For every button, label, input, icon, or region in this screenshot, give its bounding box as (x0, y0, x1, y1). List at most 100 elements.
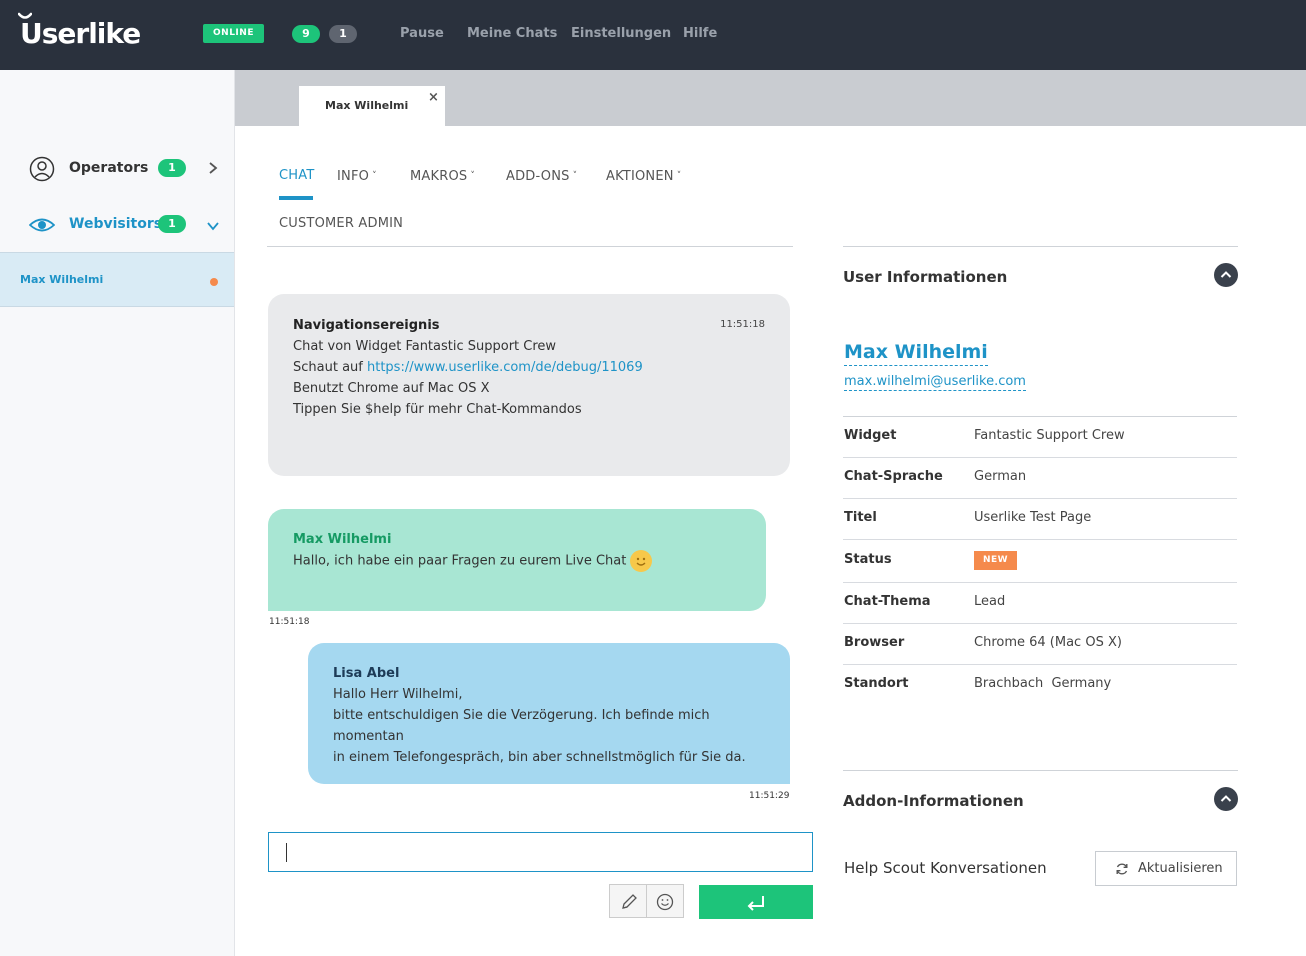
info-key: Titel (844, 510, 877, 525)
system-message-line: Benutzt Chrome auf Mac OS X (293, 381, 490, 396)
info-value: Fantastic Support Crew (974, 428, 1125, 443)
divider (267, 246, 793, 247)
user-name-link[interactable]: Max Wilhelmi (844, 339, 988, 366)
system-message-line: Chat von Widget Fantastic Support Crew (293, 339, 557, 354)
visited-page-link[interactable]: https://www.userlike.com/de/debug/11069 (367, 360, 643, 375)
message-author: Max Wilhelmi (293, 532, 392, 547)
addon-info-heading: Addon-Informationen (843, 792, 1024, 810)
info-row-widget: Widget Fantastic Support Crew (843, 417, 1237, 458)
tab-customer-admin[interactable]: CUSTOMER ADMIN (279, 215, 403, 233)
visitor-list-item[interactable]: Max Wilhelmi (0, 252, 234, 307)
sidebar-item-webvisitors[interactable]: Webvisitors 1 (0, 204, 234, 244)
chevron-down-icon: ˅ (470, 171, 476, 181)
message-line: Hallo Herr Wilhelmi, (333, 687, 463, 702)
nav-einstellungen[interactable]: Einstellungen (571, 24, 671, 44)
system-message-text: Schaut auf (293, 360, 367, 375)
status-badge[interactable]: NEW (974, 551, 1018, 570)
active-tab-indicator (279, 196, 313, 200)
tab-label: INFO (337, 169, 370, 184)
divider (843, 246, 1238, 247)
nav-hilfe[interactable]: Hilfe (683, 24, 717, 44)
nav-pause[interactable]: Pause (400, 24, 444, 44)
info-key: Browser (844, 635, 905, 650)
system-message-line: Schaut auf https://www.userlike.com/de/d… (293, 357, 765, 378)
system-message-title: Navigationsereignis (293, 318, 440, 333)
tab-label: AKTIONEN (606, 169, 674, 184)
pencil-button[interactable] (609, 884, 647, 918)
refresh-button[interactable]: Aktualisieren (1095, 851, 1237, 886)
sidebar-item-operators[interactable]: Operators 1 (0, 148, 234, 188)
chevron-up-icon (1220, 271, 1232, 278)
tab-add-ons[interactable]: ADD-ONS ˅ (506, 167, 577, 186)
info-row-chat-sprache: Chat-Sprache German (843, 458, 1237, 499)
info-row-chat-thema: Chat-Thema Lead (843, 583, 1237, 624)
eye-icon (29, 218, 55, 232)
emoji-button[interactable] (646, 884, 684, 918)
enter-icon (747, 896, 764, 911)
visitor-name: Max Wilhelmi (20, 273, 104, 286)
system-message: Navigationsereignis 11:51:18 Chat von Wi… (268, 294, 790, 476)
message-text-row: Hallo, ich habe ein paar Fragen zu eurem… (293, 550, 741, 572)
active-chats-count[interactable]: 9 (292, 25, 320, 43)
sidebar-item-label: Webvisitors (69, 216, 163, 232)
system-message-line: Tippen Sie $help für mehr Chat-Kommandos (293, 402, 582, 417)
divider (843, 770, 1238, 771)
user-info-heading: User Informationen (843, 268, 1008, 286)
close-icon[interactable]: × (428, 90, 439, 105)
chat-tab-max-wilhelmi[interactable]: Max Wilhelmi × (299, 86, 445, 126)
tab-label: CHAT (279, 168, 315, 183)
refresh-icon (1116, 863, 1128, 875)
chevron-down-icon: ˅ (372, 171, 377, 181)
info-value: Userlike Test Page (974, 510, 1092, 525)
top-bar: Userlike ONLINE 9 1 Pause Meine Chats Ei… (0, 0, 1306, 70)
nav-meine-chats[interactable]: Meine Chats (467, 24, 557, 44)
webvisitors-count: 1 (158, 215, 186, 233)
unread-indicator (210, 278, 218, 286)
chat-tab-title: Max Wilhelmi (325, 99, 409, 112)
message-line: bitte entschuldigen Sie die Verzögerung.… (333, 708, 710, 744)
info-row-titel: Titel Userlike Test Page (843, 499, 1237, 540)
userlike-logo[interactable]: Userlike (18, 12, 141, 54)
info-row-status: Status NEW (843, 540, 1237, 583)
smiley-icon (656, 893, 674, 911)
info-row-browser: Browser Chrome 64 (Mac OS X) (843, 624, 1237, 665)
info-value: Brachbach Germany (974, 676, 1112, 691)
pencil-icon (622, 894, 637, 909)
logo-smile-icon (18, 12, 32, 19)
tab-chat[interactable]: CHAT (279, 167, 314, 185)
info-value: German (974, 469, 1027, 484)
text-cursor (286, 843, 287, 862)
message-line: in einem Telefongespräch, bin aber schne… (333, 750, 746, 765)
info-key: Widget (844, 428, 897, 443)
tab-info[interactable]: INFO ˅ (337, 167, 377, 186)
info-key: Standort (844, 676, 909, 691)
collapse-addon-info-button[interactable] (1214, 787, 1238, 811)
helpscout-label: Help Scout Konversationen (844, 859, 1047, 877)
chevron-down-icon[interactable] (205, 218, 221, 234)
user-email-link[interactable]: max.wilhelmi@userlike.com (844, 373, 1026, 391)
logo-text: Userlike (20, 17, 141, 50)
sidebar: Operators 1 Webvisitors 1 Max Wilhelmi (0, 70, 235, 956)
info-key: Chat-Sprache (844, 469, 943, 484)
info-key: Chat-Thema (844, 594, 931, 609)
info-row-standort: Standort Brachbach Germany (843, 665, 1237, 706)
collapse-user-info-button[interactable] (1214, 263, 1238, 287)
tab-aktionen[interactable]: AKTIONEN ˅ (606, 167, 681, 186)
info-key: Status (844, 552, 892, 567)
chevron-right-icon[interactable] (205, 160, 221, 176)
visitor-message: Max Wilhelmi Hallo, ich habe ein paar Fr… (268, 509, 766, 611)
sidebar-item-label: Operators (69, 160, 149, 176)
chevron-down-icon: ˅ (676, 171, 682, 181)
chat-message-input[interactable] (268, 832, 813, 872)
info-value: Chrome 64 (Mac OS X) (974, 635, 1122, 650)
operator-icon (29, 156, 55, 182)
send-button[interactable] (699, 885, 813, 919)
tab-label: ADD-ONS (506, 169, 570, 184)
status-badge-online[interactable]: ONLINE (203, 24, 264, 43)
tab-label: MAKROS (410, 169, 468, 184)
waiting-chats-count[interactable]: 1 (329, 25, 357, 43)
tab-makros[interactable]: MAKROS ˅ (410, 167, 475, 186)
message-author: Lisa Abel (333, 666, 400, 681)
message-timestamp: 11:51:29 (749, 791, 790, 801)
message-text: Hallo, ich habe ein paar Fragen zu eurem… (293, 553, 627, 569)
